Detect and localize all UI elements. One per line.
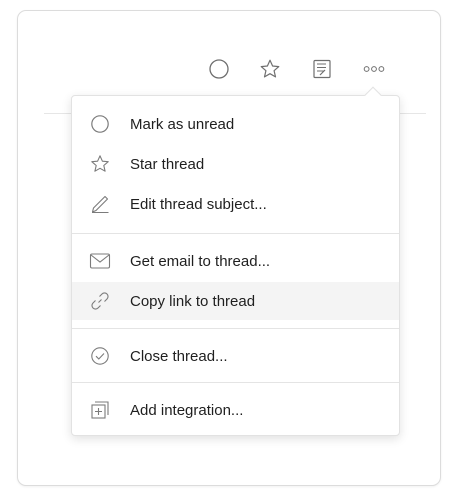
menu-item-label: Star thread [130, 155, 205, 173]
menu-divider [72, 233, 399, 234]
menu-item-mark-unread[interactable]: Mark as unread [72, 105, 399, 143]
circle-icon[interactable] [207, 57, 231, 81]
menu-item-close-thread[interactable]: Close thread... [72, 337, 399, 375]
notes-icon[interactable] [310, 57, 334, 81]
menu-item-add-integration[interactable]: Add integration... [72, 391, 399, 429]
add-integration-icon [89, 399, 111, 421]
pencil-icon [89, 193, 111, 215]
menu-item-label: Add integration... [130, 401, 244, 419]
menu-divider [72, 382, 399, 383]
menu-item-label: Close thread... [130, 347, 228, 365]
check-circle-icon [89, 345, 111, 367]
star-icon[interactable] [258, 57, 282, 81]
menu-item-star-thread[interactable]: Star thread [72, 145, 399, 183]
menu-divider [72, 328, 399, 329]
envelope-icon [89, 250, 111, 272]
circle-icon [89, 113, 111, 135]
star-icon [89, 153, 111, 175]
more-icon[interactable] [362, 57, 386, 81]
menu-item-get-email[interactable]: Get email to thread... [72, 242, 399, 280]
menu-item-label: Get email to thread... [130, 252, 271, 270]
menu-item-edit-subject[interactable]: Edit thread subject... [72, 185, 399, 223]
menu-item-label: Copy link to thread [130, 292, 256, 310]
menu-item-label: Edit thread subject... [130, 195, 267, 213]
link-icon [89, 290, 111, 312]
menu-item-label: Mark as unread [130, 115, 235, 133]
menu-item-copy-link[interactable]: Copy link to thread [72, 282, 399, 320]
thread-actions-menu: Mark as unread Star thread Edit thread s… [71, 95, 400, 436]
